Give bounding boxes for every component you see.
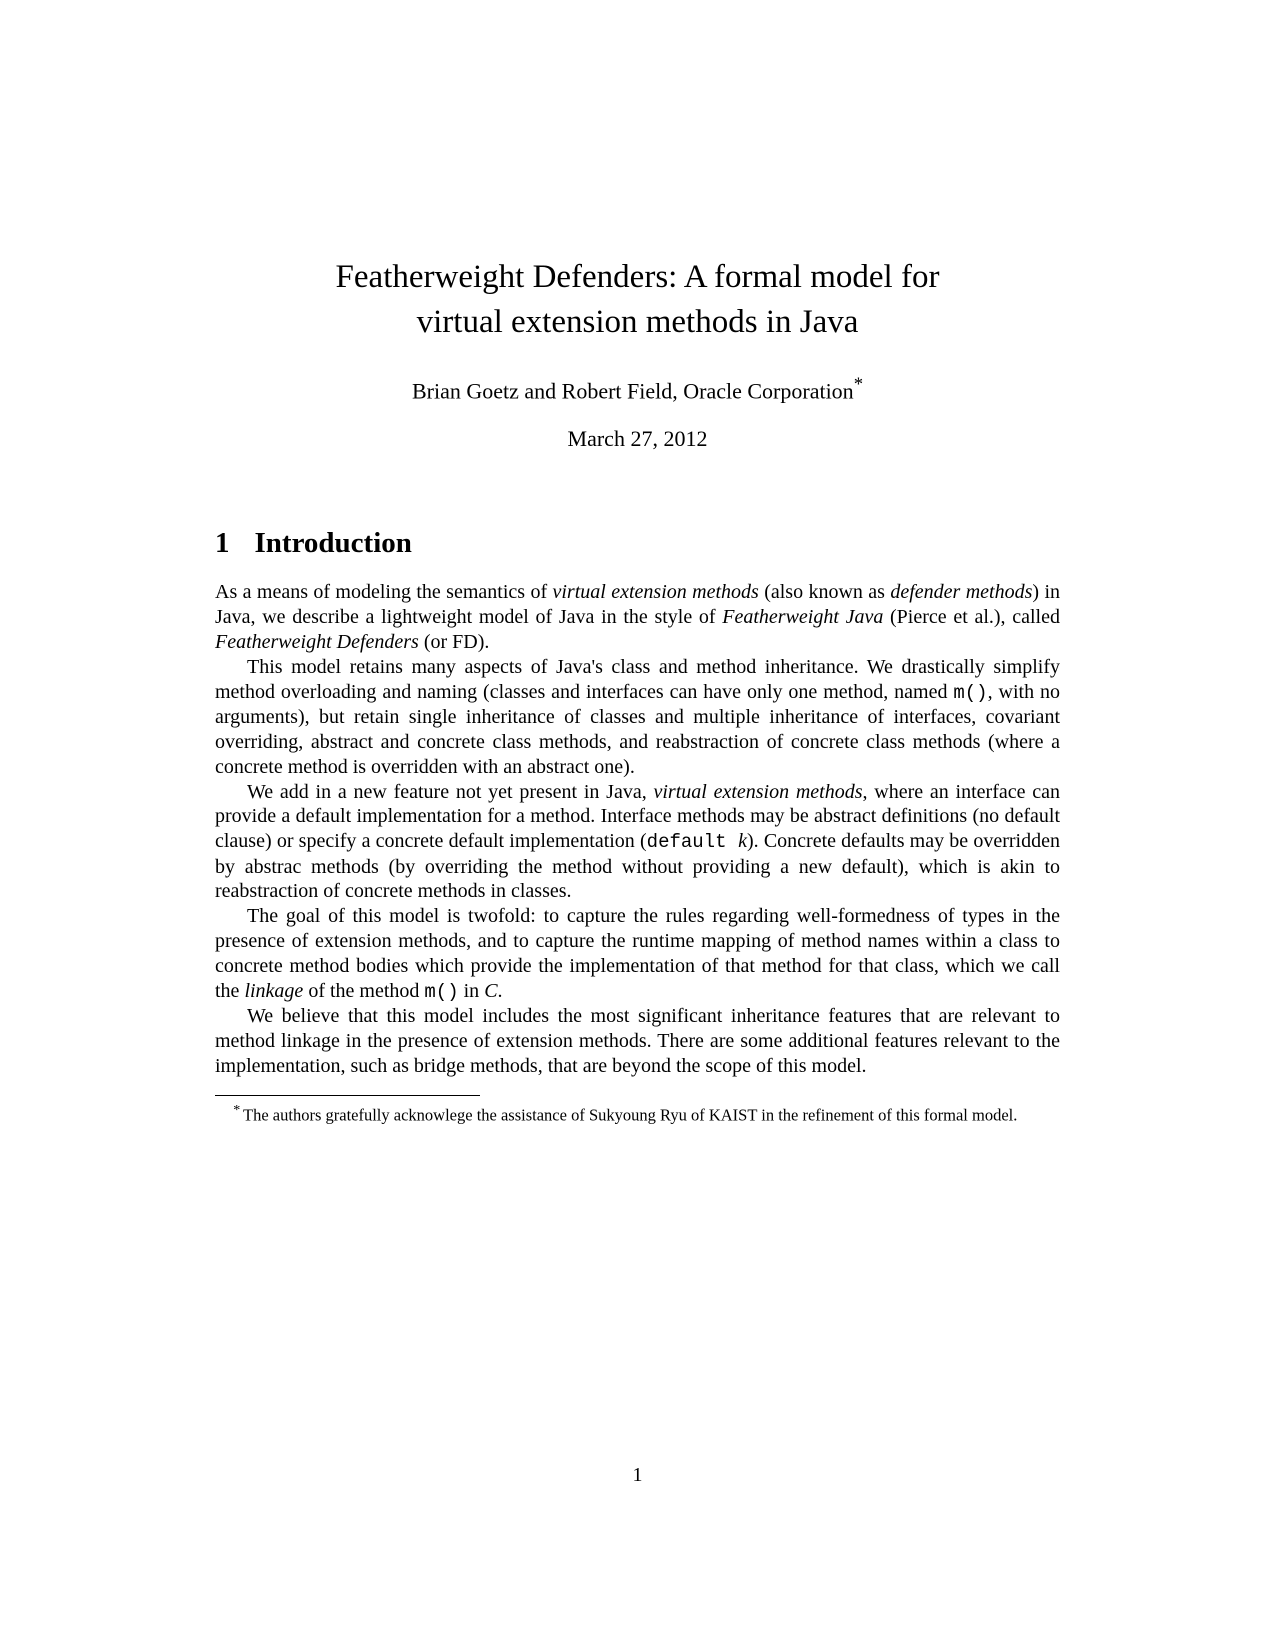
paragraph-1: As a means of modeling the semantics of …: [215, 580, 1060, 654]
paragraph-4: The goal of this model is twofold: to ca…: [215, 904, 1060, 1004]
footnote-marker: *: [233, 1103, 240, 1118]
footnote-text: The authors gratefully acknowlege the as…: [243, 1105, 1017, 1124]
section-label: Introduction: [255, 527, 412, 559]
body-text: As a means of modeling the semantics of …: [215, 580, 1060, 1078]
title-line-1: Featherweight Defenders: A formal model …: [336, 259, 940, 295]
footnote: *The authors gratefully acknowlege the a…: [215, 1102, 1060, 1126]
paper-date: March 27, 2012: [215, 426, 1060, 452]
paragraph-3: We add in a new feature not yet present …: [215, 780, 1060, 905]
authors-line: Brian Goetz and Robert Field, Oracle Cor…: [215, 374, 1060, 404]
footnote-rule: [215, 1095, 480, 1096]
page-content: Featherweight Defenders: A formal model …: [0, 0, 1275, 1126]
paper-title: Featherweight Defenders: A formal model …: [215, 255, 1060, 344]
section-number: 1: [215, 527, 230, 560]
authors-text: Brian Goetz and Robert Field, Oracle Cor…: [412, 378, 854, 403]
paragraph-2: This model retains many aspects of Java'…: [215, 655, 1060, 780]
authors-footnote-marker: *: [854, 374, 863, 395]
paragraph-5: We believe that this model includes the …: [215, 1004, 1060, 1078]
title-line-2: virtual extension methods in Java: [417, 304, 859, 340]
section-heading: 1 Introduction: [215, 527, 1060, 560]
page-number: 1: [0, 1464, 1275, 1487]
